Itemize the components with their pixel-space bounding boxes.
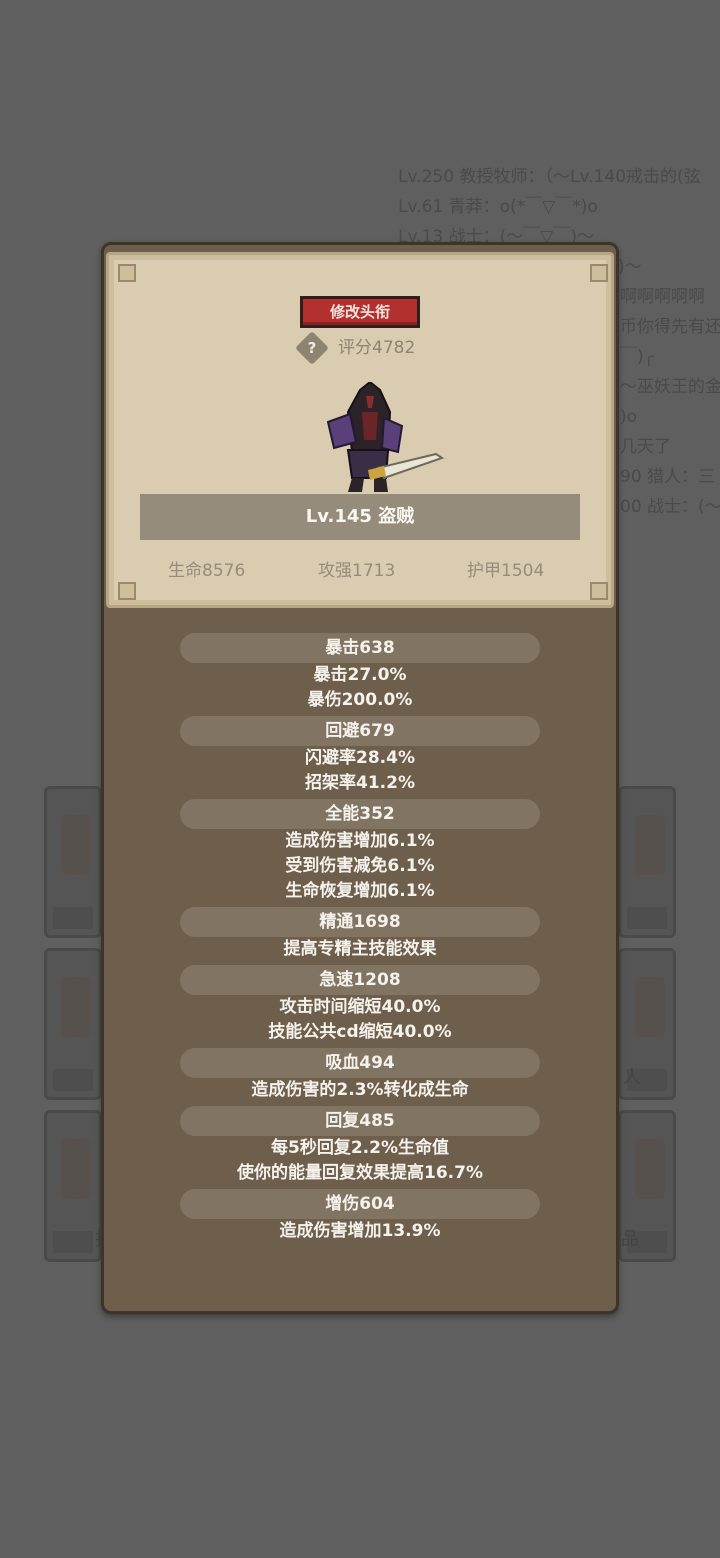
stat-group-title: 增伤604 [180,1189,540,1219]
background-card [618,786,676,938]
stat-detail: 暴伤200.0% [307,690,413,710]
background-card: 品 [618,1110,676,1262]
stat-group-title: 全能352 [180,799,540,829]
edit-title-button[interactable]: 修改头衔 [300,296,420,328]
stat-detail: 技能公共cd缩短40.0% [268,1022,452,1042]
background-card: 人 [618,948,676,1100]
stat-detail: 使你的能量回复效果提高16.7% [237,1163,483,1183]
panel-corner [118,582,136,600]
hero-name-banner: Lv.145 盗贼 [140,494,580,540]
stat-group-title: 吸血494 [180,1048,540,1078]
rogue-character-icon [326,382,445,492]
hp-stat: 生命8576 [168,561,246,581]
stat-detail: 每5秒回复2.2%生命值 [271,1138,449,1158]
attack-stat: 攻强1713 [318,561,396,581]
panel-corner [590,264,608,282]
stat-detail: 提高专精主技能效果 [283,939,437,959]
background-card [44,786,102,938]
stat-group-title: 回复485 [180,1106,540,1136]
stat-detail: 造成伤害增加13.9% [279,1221,441,1241]
background-card-label: 品 [621,1229,639,1250]
stat-detail: 暴击27.0% [313,665,407,685]
armor-stat: 护甲1504 [467,561,545,581]
score-label: 评分4782 [338,338,416,358]
stat-detail: 受到伤害减免6.1% [285,856,435,876]
stat-group-title: 回避679 [180,716,540,746]
stat-group-title: 暴击638 [180,633,540,663]
background-card: 扫 [44,1110,113,1262]
stat-detail: 生命恢复增加6.1% [285,881,435,901]
chat-line: Lv.61 青莽：o(*￣▽￣*)o [398,197,598,217]
stat-detail: 造成伤害增加6.1% [285,831,435,851]
stat-group-title: 精通1698 [180,907,540,937]
stat-detail: 招架率41.2% [305,773,415,793]
stat-list: 暴击638 暴击27.0% 暴伤200.0% 回避679 闪避率28.4% 招架… [180,630,540,1244]
stat-detail: 闪避率28.4% [305,748,415,768]
stat-detail: 造成伤害的2.3%转化成生命 [251,1080,469,1100]
panel-corner [118,264,136,282]
chat-line: Lv.250 教授牧师：（～Lv.140戒击的(弦 [398,167,701,187]
panel-corner [590,582,608,600]
stat-group-title: 急速1208 [180,965,540,995]
background-card [44,948,102,1100]
stat-detail: 攻击时间缩短40.0% [279,997,441,1017]
help-icon[interactable]: ? [295,331,329,365]
background-card-label: 人 [623,1067,641,1088]
